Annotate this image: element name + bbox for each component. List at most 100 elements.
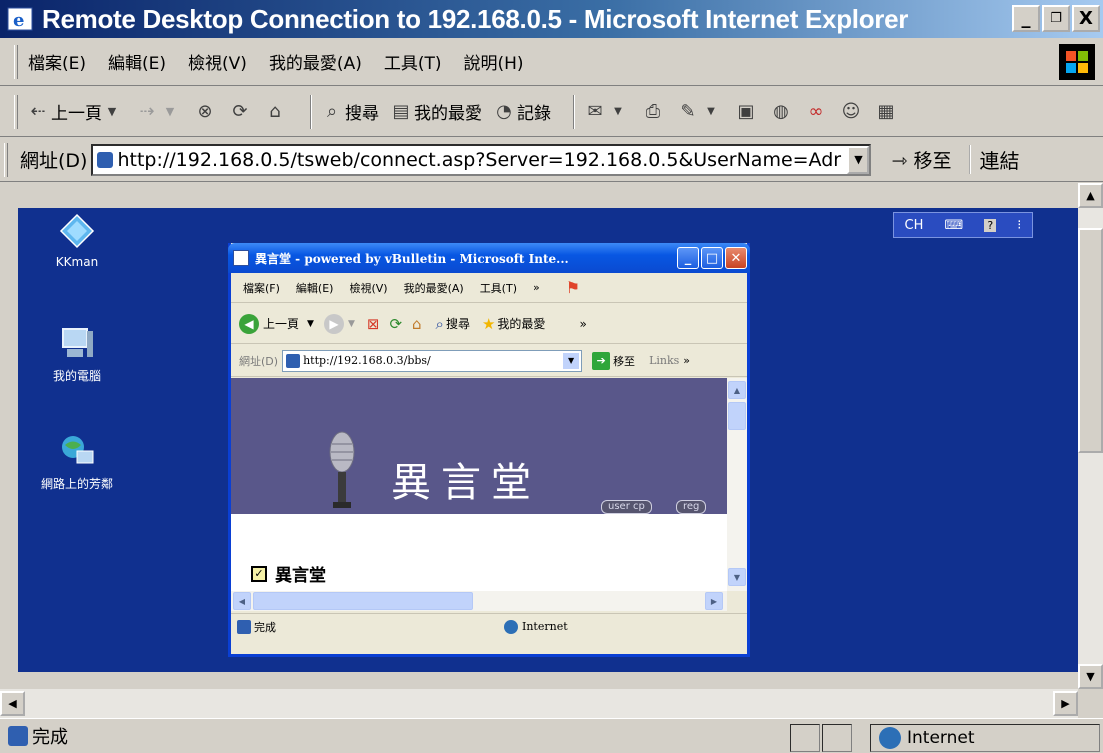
- toolbar-grip[interactable]: [14, 94, 18, 129]
- desktop-icon-my-computer[interactable]: 我的電腦: [32, 325, 122, 384]
- mail-button[interactable]: ✉ ▼: [585, 101, 631, 122]
- window-button[interactable]: ▦: [876, 101, 899, 122]
- address-dropdown-button[interactable]: ▼: [847, 145, 870, 174]
- back-dropdown-icon[interactable]: ▼: [102, 102, 122, 122]
- scroll-left-button[interactable]: ◀: [0, 691, 25, 716]
- remote-links-overflow-icon[interactable]: »: [683, 354, 690, 367]
- close-button[interactable]: X: [1072, 5, 1100, 32]
- forward-arrow-icon: ⇢: [139, 100, 155, 122]
- remote-back-dropdown-icon[interactable]: ▼: [307, 319, 314, 329]
- discuss-button[interactable]: ▣: [736, 101, 759, 122]
- remote-hscroll-thumb[interactable]: [253, 592, 473, 610]
- remote-search-icon[interactable]: ⌕: [436, 315, 444, 333]
- vertical-scrollbar[interactable]: ▲ ▼: [1078, 183, 1103, 689]
- remote-toolbar: ◀ 上一頁 ▼ ▶ ▼ ⊠ ⟳ ⌂ ⌕ 搜尋 ★ 我的最愛 »: [231, 304, 747, 344]
- remote-desktop[interactable]: KKman 我的電腦 網路上的芳鄰 CH ⌨ ? ⁝ 異言堂 - powered…: [18, 208, 1078, 672]
- menu-view[interactable]: 檢視(V): [188, 49, 247, 74]
- remote-links-label[interactable]: Links: [649, 354, 679, 367]
- remote-favorites-star-icon[interactable]: ★: [482, 315, 495, 333]
- search-button[interactable]: ⌕ 搜尋: [322, 99, 379, 124]
- language-bar[interactable]: CH ⌨ ? ⁝: [893, 212, 1033, 238]
- favorites-button[interactable]: ▤ 我的最愛: [391, 99, 482, 124]
- scroll-down-button[interactable]: ▼: [1078, 664, 1103, 689]
- remote-menu-file[interactable]: 檔案(F): [243, 280, 280, 296]
- minimize-button[interactable]: _: [1012, 5, 1040, 32]
- remote-vscroll-thumb[interactable]: [728, 402, 746, 430]
- remote-close-button[interactable]: ✕: [725, 247, 747, 269]
- desktop-icon-kkman[interactable]: KKman: [32, 213, 122, 269]
- forward-dropdown-icon[interactable]: ▼: [160, 102, 180, 122]
- menu-help[interactable]: 說明(H): [464, 49, 524, 74]
- remote-address-dropdown-icon[interactable]: ▼: [563, 352, 580, 369]
- menu-edit[interactable]: 編輯(E): [108, 49, 166, 74]
- remote-menu-tools[interactable]: 工具(T): [480, 280, 517, 296]
- messenger-button[interactable]: ∞: [806, 101, 829, 122]
- remote-maximize-button[interactable]: □: [701, 247, 723, 269]
- language-code[interactable]: CH: [905, 218, 924, 233]
- back-button[interactable]: ⇠ 上一頁 ▼: [28, 99, 125, 124]
- forward-button[interactable]: ⇢ ▼: [137, 100, 183, 122]
- remote-forward-dropdown-icon[interactable]: ▼: [348, 319, 355, 329]
- refresh-button[interactable]: ⟳: [230, 101, 253, 122]
- scroll-left-button[interactable]: ◀: [233, 592, 251, 610]
- desktop-icon-network-places[interactable]: 網路上的芳鄰: [32, 433, 122, 492]
- horizontal-scrollbar[interactable]: ◀ ▶: [0, 689, 1078, 718]
- remote-menu-view[interactable]: 檢視(V): [349, 280, 387, 296]
- remote-refresh-icon[interactable]: ⟳: [389, 315, 402, 333]
- remote-vertical-scrollbar[interactable]: ▲ ▼: [727, 378, 747, 591]
- address-input[interactable]: http://192.168.0.5/tsweb/connect.asp?Ser…: [91, 143, 872, 176]
- menu-tools[interactable]: 工具(T): [384, 49, 442, 74]
- remote-go-label[interactable]: 移至: [613, 353, 635, 369]
- remote-address-url[interactable]: http://192.168.0.3/bbs/: [303, 354, 431, 367]
- remote-home-icon[interactable]: ⌂: [412, 315, 422, 333]
- mail-dropdown-icon[interactable]: ▼: [608, 102, 628, 122]
- scroll-right-button[interactable]: ▶: [1053, 691, 1078, 716]
- remote-menu-edit[interactable]: 編輯(E): [296, 280, 334, 296]
- remote-back-label[interactable]: 上一頁: [263, 315, 299, 332]
- links-button[interactable]: 連結: [969, 145, 1019, 174]
- menu-grip[interactable]: [14, 44, 18, 79]
- help-icon[interactable]: ?: [984, 218, 997, 232]
- edit-button[interactable]: ✎ ▼: [678, 101, 724, 122]
- go-label: 移至: [913, 150, 952, 172]
- remote-back-icon[interactable]: ◀: [239, 313, 259, 334]
- remote-search-label[interactable]: 搜尋: [446, 315, 470, 332]
- vertical-scroll-thumb[interactable]: [1078, 228, 1103, 453]
- restore-button[interactable]: ❐: [1042, 5, 1070, 32]
- address-grip[interactable]: [4, 142, 8, 177]
- remote-menu-favorites[interactable]: 我的最愛(A): [404, 280, 464, 296]
- remote-address-input[interactable]: http://192.168.0.3/bbs/ ▼: [282, 349, 583, 372]
- edit-dropdown-icon[interactable]: ▼: [701, 102, 721, 122]
- history-button[interactable]: ◔ 記錄: [494, 99, 551, 124]
- options-icon[interactable]: ⁝: [1017, 218, 1021, 233]
- stop-button[interactable]: ⊗: [195, 100, 218, 122]
- scroll-up-button[interactable]: ▲: [728, 381, 746, 399]
- favorites-label: 我的最愛: [414, 104, 482, 124]
- register-button[interactable]: reg: [676, 500, 707, 514]
- remote-ie-title-bar[interactable]: 異言堂 - powered by vBulletin - Microsoft I…: [228, 243, 750, 273]
- scroll-right-button[interactable]: ▶: [705, 592, 723, 610]
- print-button[interactable]: ⎙: [643, 101, 666, 122]
- remote-minimize-button[interactable]: _: [677, 247, 699, 269]
- remote-toolbar-overflow-icon[interactable]: »: [579, 317, 586, 331]
- menu-favorites[interactable]: 我的最愛(A): [269, 49, 362, 74]
- menu-file[interactable]: 檔案(E): [28, 49, 86, 74]
- remote-ie-window[interactable]: 異言堂 - powered by vBulletin - Microsoft I…: [228, 243, 750, 657]
- keyboard-icon[interactable]: ⌨: [945, 218, 964, 233]
- remote-forward-icon[interactable]: ▶: [323, 313, 344, 334]
- remote-go-icon[interactable]: ➔: [592, 351, 611, 370]
- remote-menu-overflow-icon[interactable]: »: [533, 281, 540, 294]
- remote-favorites-label[interactable]: 我的最愛: [497, 315, 545, 332]
- user-cp-button[interactable]: user cp: [601, 500, 652, 514]
- go-button[interactable]: ⇾ 移至: [891, 146, 951, 173]
- home-button[interactable]: ⌂: [265, 101, 288, 122]
- user-button[interactable]: ☺: [841, 101, 864, 122]
- remote-horizontal-scrollbar[interactable]: ◀ ▶: [231, 591, 727, 611]
- remote-stop-icon[interactable]: ⊠: [367, 315, 380, 333]
- scroll-down-button[interactable]: ▼: [728, 568, 746, 586]
- address-url[interactable]: http://192.168.0.5/tsweb/connect.asp?Ser…: [117, 149, 841, 171]
- scroll-up-button[interactable]: ▲: [1078, 183, 1103, 208]
- globe-button[interactable]: ◍: [771, 101, 794, 122]
- stop-icon: ⊗: [197, 100, 213, 122]
- window-title-bar[interactable]: e Remote Desktop Connection to 192.168.0…: [0, 0, 1103, 38]
